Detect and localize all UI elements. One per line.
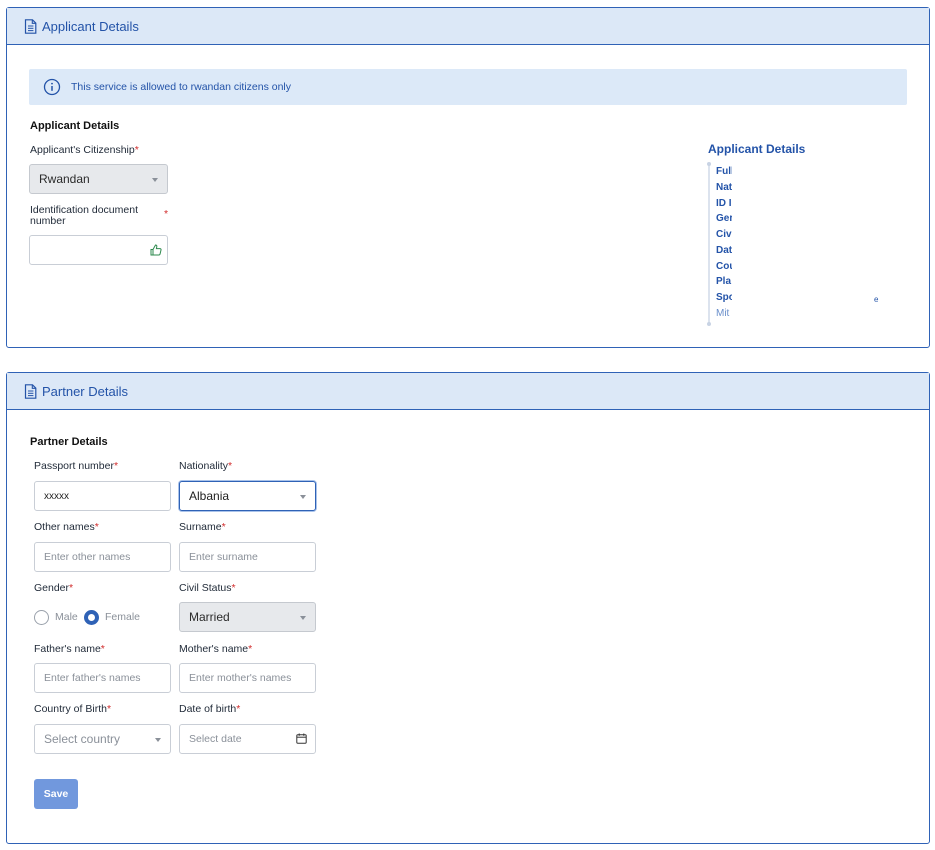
toc-item[interactable]: Cou — [716, 261, 732, 273]
id-document-input[interactable] — [29, 235, 168, 265]
nationality-select[interactable]: Albania — [179, 481, 316, 511]
gender-female-label[interactable]: Female — [105, 611, 140, 623]
toc-item[interactable]: Dat — [716, 245, 732, 257]
toc-item[interactable]: Full — [716, 166, 732, 178]
save-button[interactable]: Save — [34, 779, 78, 809]
toc-track — [708, 164, 710, 324]
toc-item[interactable]: Nat — [716, 182, 732, 194]
thumbs-up-icon — [150, 244, 162, 256]
gender-male-label[interactable]: Male — [55, 611, 78, 623]
calendar-icon — [296, 733, 307, 744]
toc-item[interactable]: Mit — [716, 308, 732, 320]
panel-title: Applicant Details — [42, 18, 139, 34]
section-title: Partner Details — [30, 436, 108, 448]
passport-input[interactable]: xxxxx — [34, 481, 171, 511]
father-name-input[interactable]: Enter father's names — [34, 663, 171, 693]
toc-item[interactable]: Ger — [716, 213, 732, 225]
toc-item[interactable]: Pla — [716, 276, 732, 288]
surname-label: Surname* — [179, 521, 226, 533]
nationality-value: Albania — [189, 489, 230, 503]
toc-item[interactable]: Civ — [716, 229, 732, 241]
other-names-input[interactable]: Enter other names — [34, 542, 171, 572]
panel-title: Partner Details — [42, 383, 128, 399]
applicant-details-panel: Applicant Details This service is allowe… — [6, 7, 930, 348]
toc-item[interactable]: ID I — [716, 198, 732, 210]
nationality-label: Nationality* — [179, 460, 233, 472]
citizenship-select[interactable]: Rwandan — [29, 164, 168, 194]
date-of-birth-label: Date of birth* — [179, 703, 241, 715]
required-mark: * — [164, 208, 169, 220]
info-icon — [43, 78, 61, 96]
gender-male-radio[interactable] — [34, 610, 49, 625]
toc-list: Full Nat ID I Ger Civ Dat Cou Pla Spo Mi… — [707, 162, 888, 326]
citizenship-label: Applicant's Citizenship* — [30, 144, 139, 156]
section-title: Applicant Details — [30, 120, 120, 132]
surname-input[interactable]: Enter surname — [179, 542, 316, 572]
toc-dot-bottom — [707, 322, 711, 326]
civil-status-label: Civil Status* — [179, 582, 236, 594]
document-icon — [24, 18, 37, 34]
document-icon — [24, 383, 37, 399]
chevron-down-icon — [155, 738, 161, 742]
father-name-label: Father's name* — [34, 643, 105, 655]
passport-label: Passport number* — [34, 460, 119, 472]
civil-status-select[interactable]: Married — [179, 602, 316, 632]
partner-details-header[interactable]: Partner Details — [7, 373, 929, 410]
applicant-details-toc: Applicant Details Full Nat ID I Ger Civ … — [707, 142, 898, 326]
civil-status-value: Married — [189, 610, 230, 624]
date-of-birth-input[interactable]: Select date — [179, 724, 316, 754]
chevron-down-icon — [300, 616, 306, 620]
country-of-birth-label: Country of Birth* — [34, 703, 112, 715]
toc-title[interactable]: Applicant Details — [708, 142, 898, 156]
applicant-details-header[interactable]: Applicant Details — [7, 8, 929, 45]
toc-item[interactable]: Spo — [716, 292, 732, 304]
alert-message: This service is allowed to rwandan citiz… — [71, 81, 292, 93]
chevron-down-icon — [300, 495, 306, 499]
toc-dot-top — [707, 162, 711, 166]
mother-name-label: Mother's name* — [179, 643, 253, 655]
partner-details-panel: Partner Details Partner Details Passport… — [6, 372, 930, 844]
toc-overflow-text: e — [874, 295, 879, 304]
id-document-label: Identification document number — [30, 204, 138, 227]
citizenship-value: Rwandan — [39, 172, 90, 186]
gender-label: Gender* — [34, 582, 74, 594]
chevron-down-icon — [152, 178, 158, 182]
mother-name-input[interactable]: Enter mother's names — [179, 663, 316, 693]
gender-female-radio[interactable] — [84, 610, 99, 625]
citizenship-alert: This service is allowed to rwandan citiz… — [29, 69, 907, 105]
country-of-birth-select[interactable]: Select country — [34, 724, 171, 754]
other-names-label: Other names* — [34, 521, 99, 533]
